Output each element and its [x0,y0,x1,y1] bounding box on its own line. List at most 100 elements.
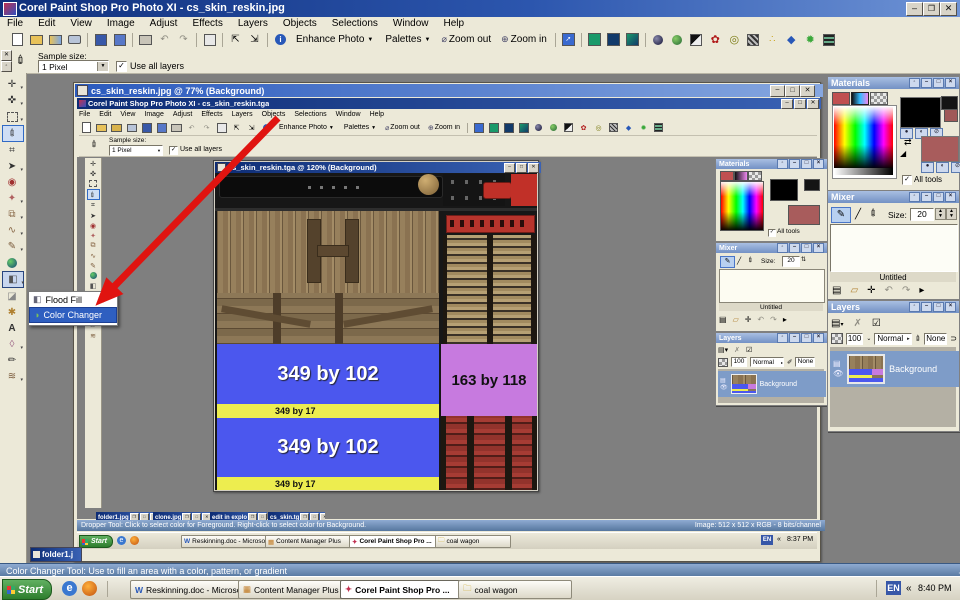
save-as-icon[interactable] [111,31,128,48]
flyout-color-changer[interactable]: ◑ Color Changer [29,307,117,323]
fill-tool[interactable]: ◧▾ [2,271,24,288]
mixer-canvas[interactable] [830,224,958,272]
menu-image[interactable]: Image [106,18,136,29]
move-tool[interactable]: ✜▾ [2,93,22,108]
edit-selection-button[interactable]: ☑ [872,318,881,329]
script-icon[interactable] [624,31,641,48]
target-icon[interactable]: ◎ [726,31,743,48]
dropper-tool[interactable]: ✐ [2,125,24,142]
picture-tube-tool[interactable]: ✱ [2,305,22,320]
browse-icon[interactable] [47,31,64,48]
task-paint-shop-pro[interactable]: ✦Corel Paint Shop Pro ... [340,580,462,599]
layer-eye-icon[interactable]: ▤👁 [833,359,843,379]
materials-minimize-icon[interactable]: – [921,78,932,88]
materials-titlebar[interactable]: Materials ◦–□× [828,77,959,89]
ss-task-paintshop[interactable]: ✦Corel Paint Shop Pro ... [349,535,437,548]
ss-start-button[interactable]: Start [79,535,113,548]
materials-rainbow-picker[interactable] [832,105,897,179]
menu-file[interactable]: File [6,18,24,29]
menu-selections[interactable]: Selections [331,18,379,29]
red-eye-tool[interactable]: ◉ [2,175,22,190]
maze-icon[interactable] [821,31,838,48]
foreground-mini-swatch[interactable] [941,96,958,110]
print-icon[interactable] [137,31,154,48]
minimize-button[interactable]: – [906,2,923,16]
mixer-pan-icon[interactable]: ✛ [867,285,875,296]
tray-icon[interactable] [605,31,622,48]
scratch-remover-tool[interactable]: ∿▾ [2,223,22,238]
preview-icon[interactable] [586,31,603,48]
use-all-layers-checkbox[interactable]: ✓ [116,61,127,72]
red-swirl-icon[interactable]: ✿ [707,31,724,48]
layers-close-icon[interactable]: × [945,302,956,312]
pattern-icon[interactable] [745,31,762,48]
task-coal-wagon[interactable]: 🗀coal wagon [458,580,572,599]
doc-close-button[interactable]: ✕ [800,85,815,97]
enhance-photo-button[interactable]: Enhance Photo▼ [296,34,373,45]
clone-brush-tool[interactable]: ⧉▾ [2,207,22,222]
menu-help[interactable]: Help [442,18,465,29]
opacity-slider-icon[interactable]: ⌄ [866,335,871,342]
new-layer-button[interactable]: ▤▾ [831,318,843,329]
sample-size-select[interactable]: 1 Pixel ▼ [38,60,109,73]
mixer-brush-tool[interactable]: ✎ [831,207,851,223]
pick-tool[interactable]: ➤▾ [2,159,22,174]
selection-tool[interactable]: ▾ [2,109,22,124]
mixer-minimize-icon[interactable]: – [921,192,932,202]
zoom-out-button[interactable]: ⌀Zoom out [441,34,491,45]
capture-icon[interactable]: ⇱ [227,31,244,48]
foreground-color-swatch[interactable] [900,97,941,128]
mixer-close-icon[interactable]: × [945,192,956,202]
new-file-icon[interactable] [9,31,26,48]
info-icon[interactable]: i [272,31,289,48]
import-icon[interactable]: ⇲ [246,31,263,48]
doc-maximize-button[interactable]: □ [785,85,800,97]
mixer-new-page-icon[interactable]: ▤ [832,285,841,296]
background-color-swatch[interactable] [921,136,959,162]
makeover-tool[interactable]: ✦▾ [2,191,22,206]
menu-view[interactable]: View [69,18,93,29]
mixer-more-icon[interactable]: ▸ [919,285,924,296]
globe-icon[interactable] [669,31,686,48]
ss-task-reskinning[interactable]: WReskinning.doc - Microso... [181,535,267,548]
layers-titlebar[interactable]: Layers ◦–□× [828,301,959,313]
pin-options-icon[interactable]: ◦ [1,61,12,72]
menu-adjust[interactable]: Adjust [149,18,179,29]
pen-tool[interactable]: ✏ [2,353,22,368]
ss-quicklaunch-firefox-icon[interactable] [130,536,139,545]
task-reskinning-doc[interactable]: WReskinning.doc - Microso... [130,580,244,599]
sphere-icon[interactable] [650,31,667,48]
quicklaunch-firefox-icon[interactable] [82,581,97,596]
menu-window[interactable]: Window [392,18,430,29]
contrast-icon[interactable] [688,31,705,48]
document-window[interactable]: cs_skin_reskin.jpg @ 77% (Background) – … [73,82,821,562]
ss-task-coal-wagon[interactable]: 🗀coal wagon [435,535,511,548]
document-titlebar[interactable]: cs_skin_reskin.jpg @ 77% (Background) – … [75,84,823,97]
starburst-icon[interactable]: ✹ [802,31,819,48]
resize-icon[interactable] [201,31,218,48]
pan-tool[interactable]: ✛▾ [2,77,22,92]
menu-objects[interactable]: Objects [282,18,318,29]
diamond-icon[interactable]: ◆ [783,31,800,48]
ss-tray-collapse-icon[interactable]: « [777,536,781,543]
palettes-button[interactable]: Palettes▼ [385,34,430,45]
preset-shape-tool[interactable]: ◊▾ [2,337,22,352]
dots-icon[interactable]: ∴ [764,31,781,48]
ss-quicklaunch-ie-icon[interactable]: e [117,536,126,545]
doc-minimize-button[interactable]: – [770,85,785,97]
eraser-tool[interactable]: ◪ [2,289,22,304]
menu-effects[interactable]: Effects [191,18,223,29]
layers-minimize-icon[interactable]: – [921,302,932,312]
materials-tab-swatches[interactable] [870,92,888,105]
crop-tool[interactable]: ⌗ [2,143,22,158]
mixer-titlebar[interactable]: Mixer ◦–□× [828,191,959,203]
menu-edit[interactable]: Edit [37,18,56,29]
background-mini-swatch[interactable] [944,109,958,122]
materials-pin-icon[interactable]: ◦ [909,78,920,88]
lock-mode-button[interactable]: None [924,333,947,345]
layer-opacity-value[interactable]: 100 [846,333,864,345]
layers-maximize-icon[interactable]: □ [933,302,944,312]
zoom-in-button[interactable]: ⊕Zoom in [501,34,547,45]
mixer-open-page-icon[interactable]: ▱ [850,285,858,296]
tga-image-window[interactable]: cs_skin_reskin.tga @ 120% (Background) –… [213,160,539,492]
